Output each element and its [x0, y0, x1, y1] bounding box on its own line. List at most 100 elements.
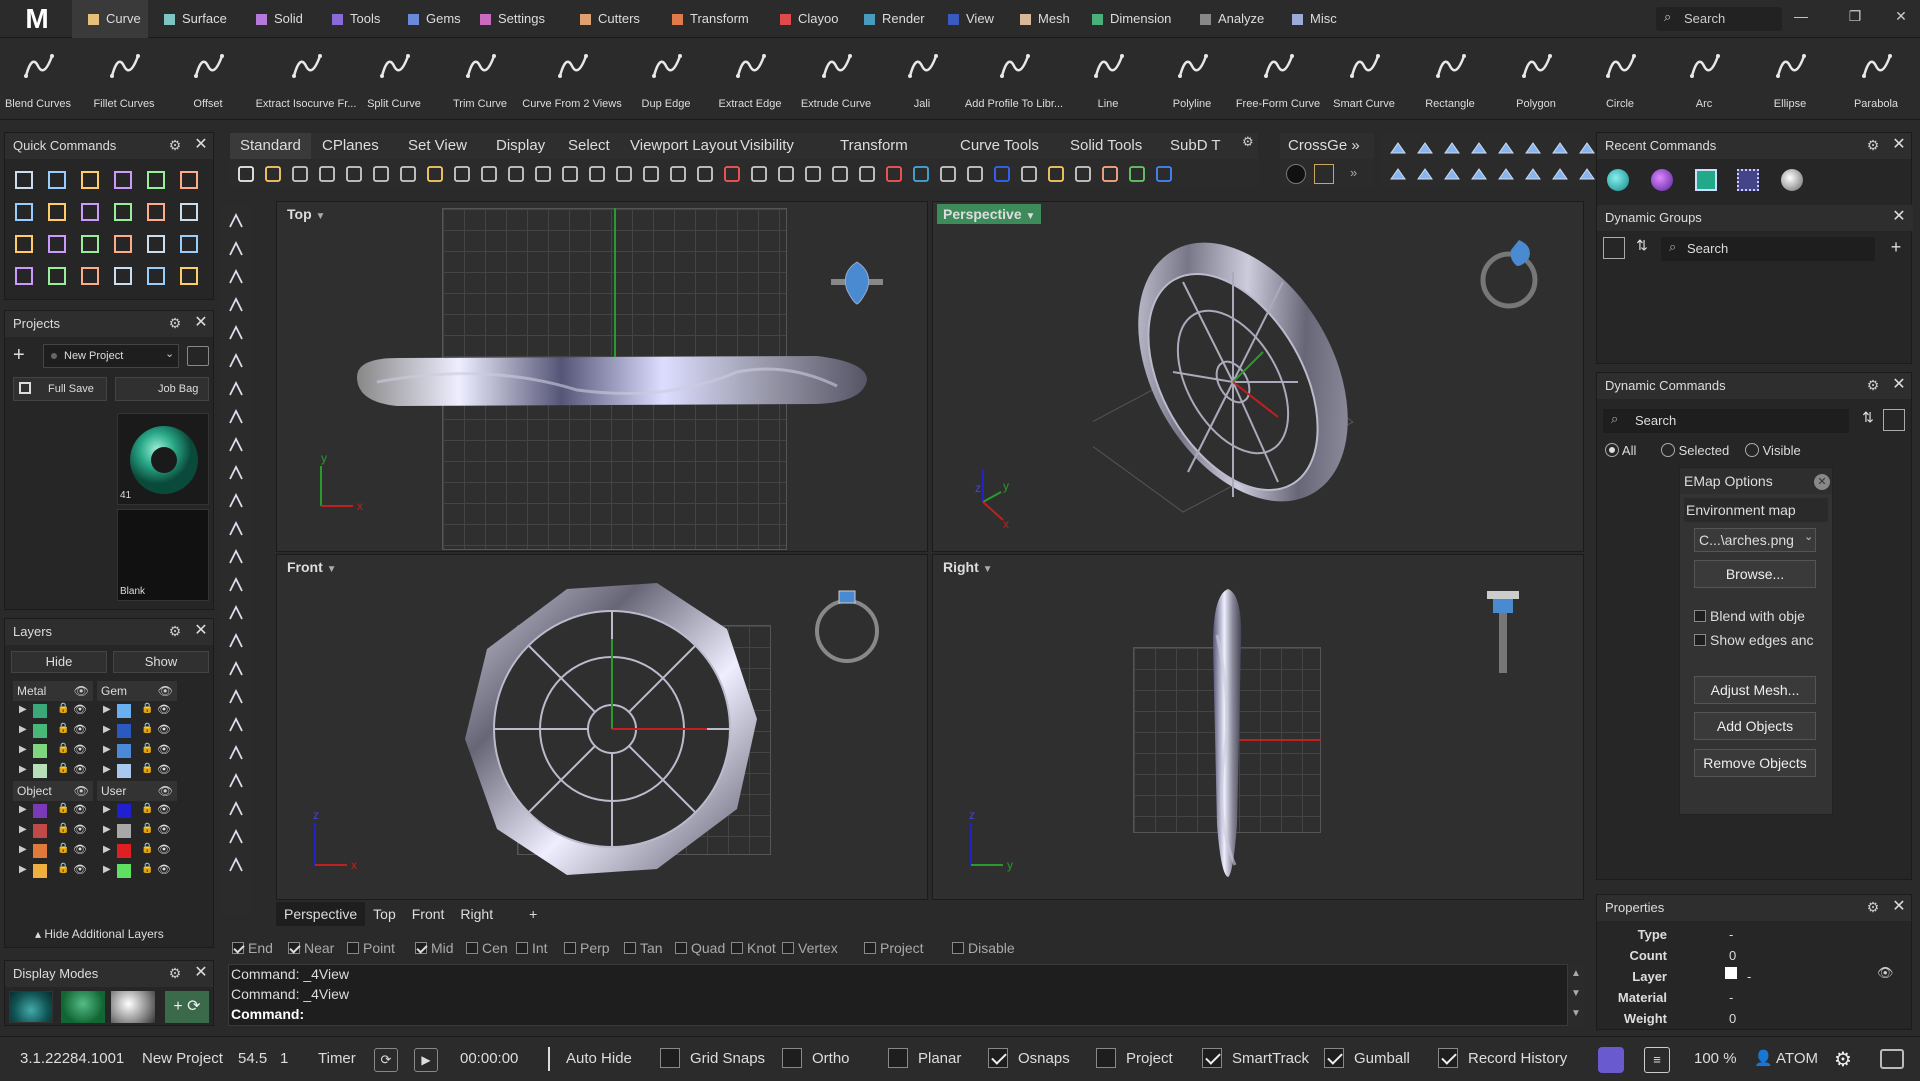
- side-tool-icon[interactable]: [226, 407, 246, 427]
- menu-tab-surface[interactable]: Surface: [148, 0, 240, 38]
- lock-icon[interactable]: 🔒: [57, 763, 69, 774]
- layer-row[interactable]: ▶ 🔒 👁: [13, 821, 93, 841]
- blend-checkbox[interactable]: Blend with obje: [1694, 608, 1832, 624]
- menu-tab-mesh[interactable]: Mesh: [1004, 0, 1076, 38]
- menu-tab-tools[interactable]: Tools: [316, 0, 392, 38]
- expand-icon[interactable]: ▶: [19, 764, 27, 775]
- ribbon-rectangle-button[interactable]: Rectangle: [1407, 38, 1493, 120]
- toolbar-tab[interactable]: Viewport Layout: [620, 133, 747, 159]
- side-tool-icon[interactable]: [226, 295, 246, 315]
- lock-icon[interactable]: 🔒: [57, 823, 69, 834]
- toolbar-tool-icon[interactable]: [884, 164, 904, 184]
- viewport-tab[interactable]: Right: [452, 902, 501, 926]
- toolbar-tool-icon[interactable]: [668, 164, 688, 184]
- side-tool-icon[interactable]: [226, 743, 246, 763]
- ribbon-parabola-button[interactable]: Parabola: [1846, 38, 1906, 120]
- toolbar-tool-icon[interactable]: [938, 164, 958, 184]
- close-icon[interactable]: ✕: [1891, 899, 1907, 915]
- side-tool-icon[interactable]: [226, 491, 246, 511]
- quick-command-icon[interactable]: [178, 201, 200, 223]
- osnap-near[interactable]: Near: [288, 937, 334, 959]
- view-tool-icon[interactable]: [1496, 165, 1516, 185]
- ribbon-add-profile-to-libr-button[interactable]: Add Profile To Libr...: [958, 38, 1070, 120]
- expand-icon[interactable]: ▶: [19, 704, 27, 715]
- toolbar-tool-icon[interactable]: [695, 164, 715, 184]
- app-logo[interactable]: M: [8, 2, 66, 36]
- play-icon[interactable]: ▶: [414, 1048, 438, 1072]
- view-tool-icon[interactable]: [1577, 165, 1597, 185]
- add-objects-button[interactable]: Add Objects: [1694, 712, 1816, 740]
- viewport-tab[interactable]: Top: [365, 902, 404, 926]
- lock-icon[interactable]: 🔒: [141, 863, 153, 874]
- layer-color-swatch[interactable]: [117, 864, 131, 878]
- eye-icon[interactable]: 👁: [73, 703, 87, 716]
- eye-icon[interactable]: 👁: [157, 823, 171, 836]
- layer-row[interactable]: ▶ 🔒 👁: [97, 721, 177, 741]
- expand-icon[interactable]: ▶: [19, 804, 27, 815]
- osnap-point[interactable]: Point: [347, 937, 395, 959]
- eye-icon[interactable]: 👁: [73, 763, 87, 776]
- layer-color-swatch[interactable]: [117, 844, 131, 858]
- toolbar-tool-icon[interactable]: [830, 164, 850, 184]
- browse-button[interactable]: Browse...: [1694, 560, 1816, 588]
- toolbar-tab[interactable]: CPlanes: [312, 133, 389, 159]
- quick-command-icon[interactable]: [13, 233, 35, 255]
- dynamic-commands-search[interactable]: Search: [1603, 409, 1849, 433]
- viewport-front[interactable]: Front ▼ zx: [276, 554, 928, 900]
- dynamic-groups-search[interactable]: Search: [1661, 237, 1875, 261]
- wireframe-mode-icon[interactable]: [9, 991, 53, 1023]
- viewport-top[interactable]: Top ▼ yx: [276, 201, 928, 552]
- quick-command-icon[interactable]: [178, 265, 200, 287]
- toolbar-tool-icon[interactable]: [290, 164, 310, 184]
- viewport-title[interactable]: Front ▼: [281, 557, 343, 577]
- eye-icon[interactable]: 👁: [73, 823, 87, 836]
- layer-row[interactable]: ▶ 🔒 👁: [13, 741, 93, 761]
- quick-command-icon[interactable]: [79, 265, 101, 287]
- layer-color-swatch[interactable]: [117, 804, 131, 818]
- toggle-project[interactable]: Project: [1086, 1037, 1173, 1081]
- toolbar-tab[interactable]: SubD T: [1160, 133, 1231, 159]
- ribbon-free-form-curve-button[interactable]: Free-Form Curve: [1230, 38, 1326, 120]
- toolbar-tool-icon[interactable]: [641, 164, 661, 184]
- side-tool-icon[interactable]: [226, 603, 246, 623]
- restore-icon[interactable]: ❐: [1842, 8, 1868, 30]
- eye-icon[interactable]: 👁: [157, 723, 171, 736]
- side-tool-icon[interactable]: [226, 435, 246, 455]
- eye-icon[interactable]: 👁: [157, 843, 171, 856]
- layer-row[interactable]: ▶ 🔒 👁: [97, 741, 177, 761]
- menu-tab-gems[interactable]: Gems: [392, 0, 464, 38]
- menu-tab-view[interactable]: View: [932, 0, 1004, 38]
- viewport-perspective[interactable]: Perspective ▼ z y x: [932, 201, 1584, 552]
- ribbon-line-button[interactable]: Line: [1065, 38, 1151, 120]
- eye-icon[interactable]: 👁: [73, 843, 87, 856]
- user-menu[interactable]: 👤 ATOM: [1754, 1037, 1818, 1081]
- eye-icon[interactable]: 👁: [157, 863, 171, 876]
- layer-color-swatch[interactable]: [33, 724, 47, 738]
- lock-icon[interactable]: 🔒: [141, 743, 153, 754]
- calendar-icon[interactable]: [1603, 237, 1625, 259]
- quick-command-icon[interactable]: [178, 233, 200, 255]
- view-tool-icon[interactable]: [1442, 165, 1462, 185]
- eye-icon[interactable]: 👁: [74, 681, 89, 701]
- viewport-title[interactable]: Right ▼: [937, 557, 999, 577]
- side-tool-icon[interactable]: [226, 267, 246, 287]
- add-group-button[interactable]: +: [1885, 237, 1907, 259]
- toolbar-tool-icon[interactable]: [776, 164, 796, 184]
- quick-command-icon[interactable]: [112, 233, 134, 255]
- view-tool-icon[interactable]: [1523, 165, 1543, 185]
- filter-all-radio[interactable]: All: [1605, 443, 1636, 458]
- view-tool-icon[interactable]: [1415, 165, 1435, 185]
- view-tool-icon[interactable]: [1469, 139, 1489, 159]
- gear-icon[interactable]: ⚙: [167, 315, 183, 331]
- side-tool-icon[interactable]: [226, 211, 246, 231]
- sort-icon[interactable]: ⇅: [1857, 409, 1879, 431]
- gear-icon[interactable]: ⚙: [1865, 377, 1881, 393]
- toolbar-tool-icon[interactable]: [560, 164, 580, 184]
- toolbar-tool-icon[interactable]: [344, 164, 364, 184]
- more-icon[interactable]: »: [1350, 165, 1357, 180]
- layer-row[interactable]: ▶ 🔒 👁: [13, 841, 93, 861]
- lock-icon[interactable]: 🔒: [141, 723, 153, 734]
- menu-tab-cutters[interactable]: Cutters: [564, 0, 656, 38]
- expand-icon[interactable]: ▶: [19, 724, 27, 735]
- layer-row[interactable]: ▶ 🔒 👁: [97, 761, 177, 781]
